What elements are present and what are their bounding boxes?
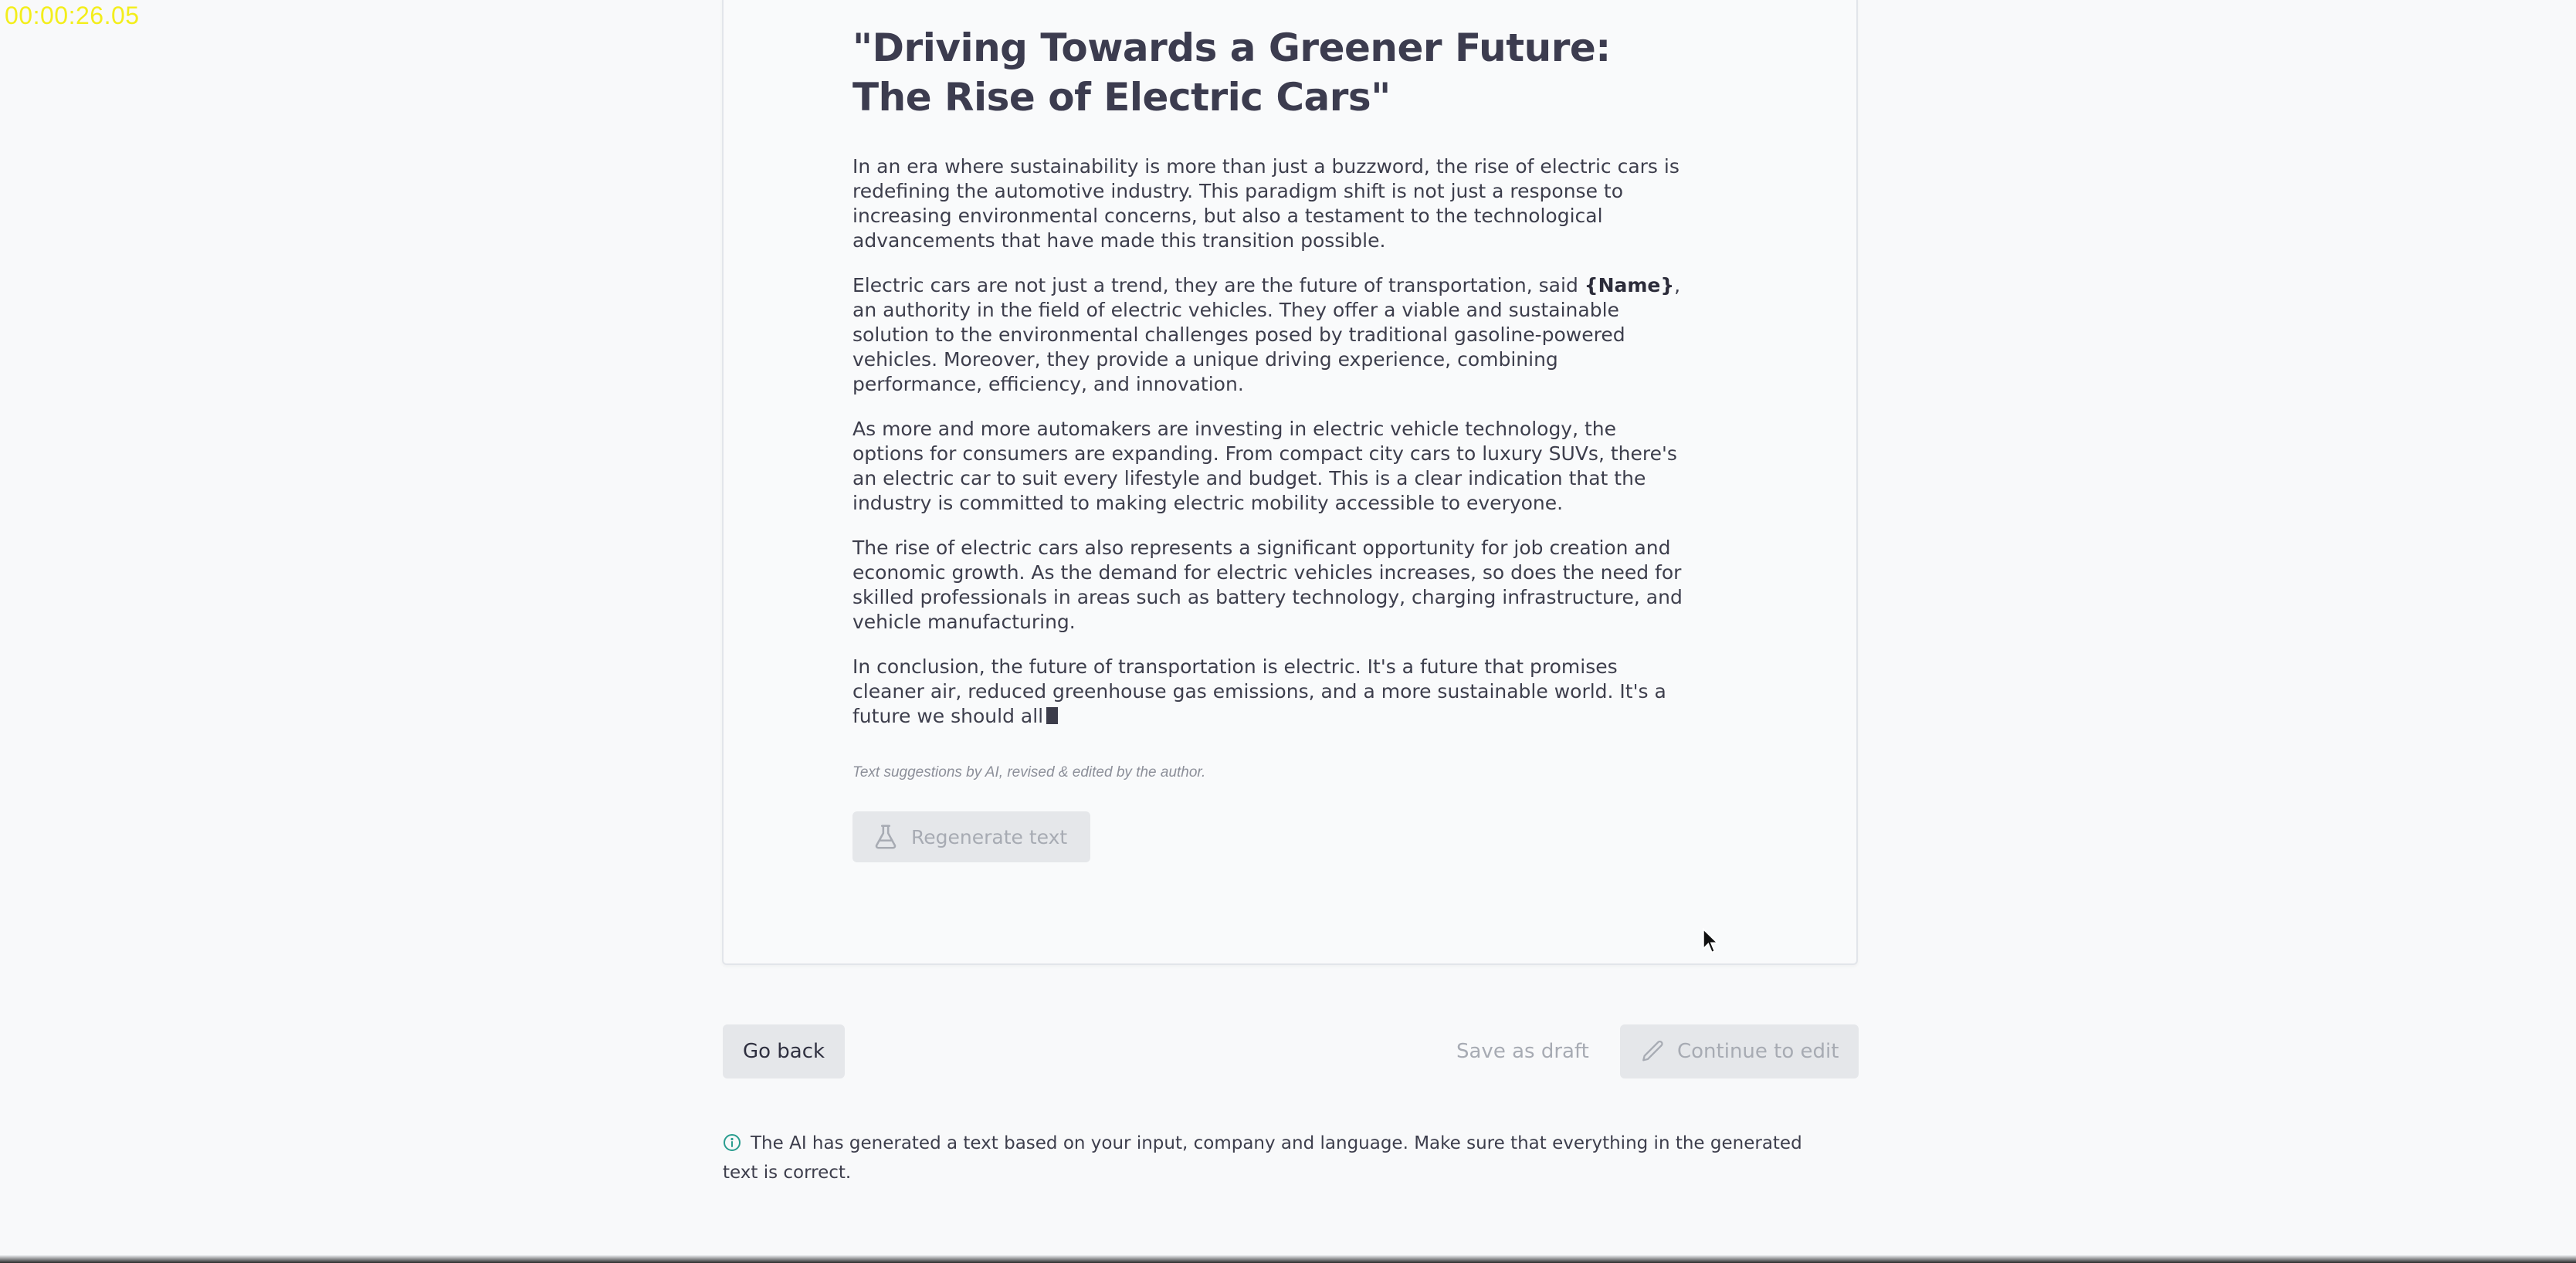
article-paragraph: In an era where sustainability is more t… — [852, 155, 1679, 252]
name-placeholder: {Name} — [1584, 274, 1675, 296]
continue-to-edit-button[interactable]: Continue to edit — [1620, 1024, 1859, 1078]
continue-to-edit-label: Continue to edit — [1677, 1040, 1839, 1063]
ai-info-notice: The AI has generated a text based on you… — [723, 1129, 1835, 1187]
go-back-button[interactable]: Go back — [723, 1024, 845, 1078]
pencil-icon — [1642, 1040, 1663, 1062]
article-paragraph: The rise of electric cars also represent… — [852, 537, 1683, 633]
regenerate-text-button[interactable]: Regenerate text — [852, 811, 1090, 862]
article-paragraph: In conclusion, the future of transportat… — [852, 655, 1686, 729]
ai-info-text: The AI has generated a text based on you… — [723, 1133, 1802, 1183]
article-paragraph: As more and more automakers are investin… — [852, 418, 1677, 514]
article-card: "Driving Towards a Greener Future: The R… — [722, 0, 1858, 965]
paragraph-text: Electric cars are not just a trend, they… — [852, 274, 1585, 296]
article-content: "Driving Towards a Greener Future: The R… — [852, 23, 1686, 781]
recording-timer: 00:00:26.05 — [5, 2, 140, 29]
text-generation-cursor — [1046, 707, 1059, 724]
flask-icon — [875, 825, 897, 849]
info-circle-icon — [724, 1134, 741, 1151]
article-title: "Driving Towards a Greener Future: The R… — [852, 25, 1611, 120]
regenerate-text-label: Regenerate text — [911, 825, 1068, 848]
ai-disclaimer: Text suggestions by AI, revised & edited… — [852, 764, 1206, 780]
mouse-pointer-icon — [1702, 927, 1719, 953]
article-paragraph: Electric cars are not just a trend, they… — [852, 273, 1686, 397]
window-bottom-edge — [0, 1255, 2576, 1263]
paragraph-text: In conclusion, the future of transportat… — [852, 655, 1666, 727]
save-as-draft-button[interactable]: Save as draft — [1456, 1024, 1589, 1078]
